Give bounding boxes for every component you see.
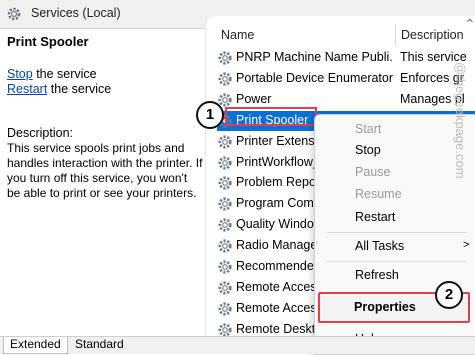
service-gear-icon [218, 51, 232, 65]
chevron-up-icon[interactable]: ⌃ [464, 16, 475, 33]
service-row[interactable]: Power Manages pl [217, 90, 475, 110]
stop-action-text: the service [32, 67, 97, 81]
stop-service-link[interactable]: Stop [7, 67, 33, 81]
window-title: Services (Local) [31, 6, 121, 20]
menu-item-all-tasks[interactable]: All Tasks > [315, 236, 475, 258]
menu-item-resume: Resume [315, 184, 475, 206]
tab-extended[interactable]: Extended [3, 337, 68, 354]
service-gear-icon [218, 72, 232, 86]
restart-action-text: the service [47, 82, 112, 96]
menu-separator [327, 232, 467, 233]
menu-item-restart[interactable]: Restart [315, 207, 475, 229]
menu-separator [327, 261, 467, 262]
column-divider[interactable] [395, 24, 396, 46]
menu-item-label: Resume [355, 187, 402, 201]
service-row[interactable]: PNRP Machine Name Publi... This service [217, 48, 475, 68]
service-gear-icon [218, 260, 232, 274]
menu-item-label: Refresh [355, 268, 399, 282]
service-gear-icon [218, 218, 232, 232]
column-header-name[interactable]: Name [221, 28, 254, 42]
service-gear-icon [218, 197, 232, 211]
service-gear-icon [218, 156, 232, 170]
menu-item-label: Start [355, 122, 382, 136]
service-name: PNRP Machine Name Publi... [236, 50, 393, 64]
restart-service-link[interactable]: Restart [7, 82, 47, 96]
menu-item-label: Restart [355, 210, 396, 224]
service-gear-icon [218, 135, 232, 149]
menu-item-label: Pause [355, 165, 391, 179]
selected-service-name: Print Spooler [7, 34, 89, 49]
menu-item-start: Start [315, 119, 475, 141]
menu-item-stop[interactable]: Stop [315, 140, 475, 162]
service-detail-pane: Print Spooler Stop the service Restart t… [0, 29, 205, 336]
menu-item-pause: Pause [315, 162, 475, 184]
watermark: @thegeekpage.com [452, 60, 472, 290]
gear-icon [7, 7, 21, 21]
service-gear-icon [218, 176, 232, 190]
service-name: Portable Device Enumerator... [236, 71, 393, 85]
service-description: This service spools print jobs and handl… [7, 141, 203, 200]
view-tabs: Extended Standard [0, 336, 475, 354]
tab-standard[interactable]: Standard [69, 337, 130, 353]
restart-action-line: Restart the service [7, 82, 111, 96]
menu-item-label: Stop [355, 143, 381, 157]
menu-item-label: All Tasks [355, 239, 405, 253]
service-name: Power [236, 92, 272, 106]
service-gear-icon [218, 239, 232, 253]
description-label: Description: [7, 126, 73, 140]
column-header-description[interactable]: Description [401, 28, 464, 42]
service-gear-icon [218, 281, 232, 295]
stop-action-line: Stop the service [7, 67, 97, 81]
service-row[interactable]: Portable Device Enumerator... Enforces gr [217, 69, 475, 89]
step-1-badge: 1 [196, 101, 224, 129]
service-gear-icon [218, 302, 232, 316]
watermark-text: @thegeekpage.com [453, 62, 468, 179]
